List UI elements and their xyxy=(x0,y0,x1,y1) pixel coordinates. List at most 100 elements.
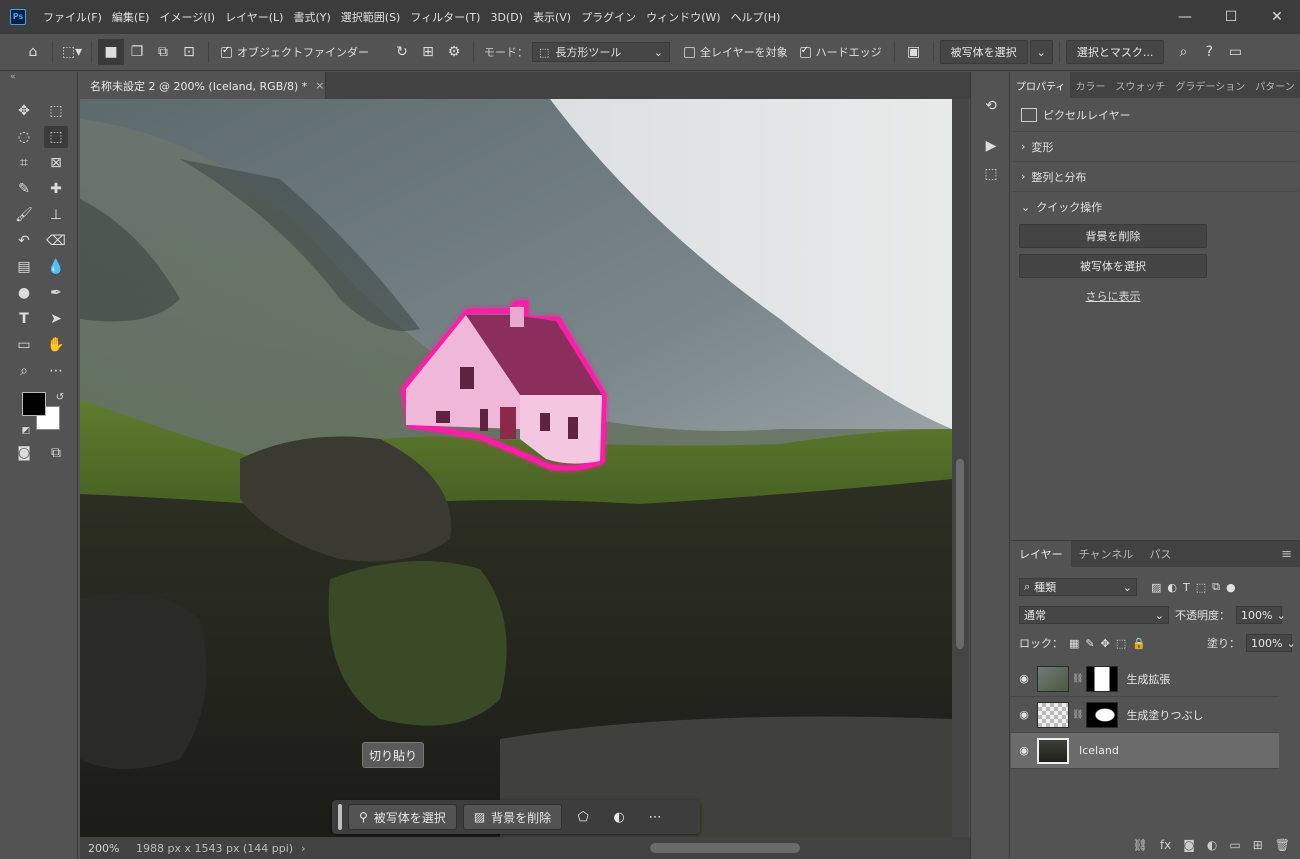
tab-color[interactable]: カラー xyxy=(1070,72,1110,98)
hard-edge-checkbox[interactable] xyxy=(799,45,811,58)
more-tools-icon[interactable]: ⋯ xyxy=(44,360,68,382)
menu-3d[interactable]: 3D(D) xyxy=(485,11,528,24)
tab-gradients[interactable]: グラデーション xyxy=(1170,72,1250,98)
tab-properties[interactable]: プロパティ xyxy=(1011,72,1071,98)
subtract-selection-icon[interactable]: ⧉ xyxy=(150,39,176,65)
eyedropper-tool-icon[interactable]: ✎ xyxy=(12,178,36,200)
eraser-tool-icon[interactable]: ⌫ xyxy=(44,230,68,252)
foreground-color-swatch[interactable] xyxy=(22,392,46,416)
minimize-icon[interactable]: — xyxy=(1162,0,1208,34)
move-tool-icon[interactable]: ✥ xyxy=(12,100,36,122)
chevron-right-icon[interactable]: › xyxy=(301,842,305,855)
menu-layer[interactable]: レイヤー(L) xyxy=(220,9,288,25)
lock-artboard-icon[interactable]: ⬚ xyxy=(1116,637,1126,650)
select-subject-button[interactable]: 被写体を選択 xyxy=(939,40,1028,64)
canvas[interactable] xyxy=(80,99,952,837)
more-options-icon[interactable]: ⋯ xyxy=(640,804,670,830)
eye-icon[interactable]: ◉ xyxy=(1011,708,1037,721)
panel-menu-icon[interactable]: ≡ xyxy=(1281,547,1292,562)
collapse-arrows-icon[interactable]: « xyxy=(10,72,16,82)
swap-colors-icon[interactable]: ↺ xyxy=(48,386,72,408)
new-adjustment-icon[interactable]: ◐ xyxy=(1207,838,1217,852)
tab-layers[interactable]: レイヤー xyxy=(1011,541,1071,567)
filter-type-icon[interactable]: T xyxy=(1183,581,1190,594)
canvas-horizontal-scrollbar[interactable] xyxy=(380,843,1020,853)
lock-position-icon[interactable]: ✥ xyxy=(1101,637,1110,650)
object-finder-toggle[interactable]: オブジェクトファインダー xyxy=(221,44,369,60)
filter-adjustment-icon[interactable]: ◐ xyxy=(1167,581,1177,594)
intersect-selection-icon[interactable]: ⊡ xyxy=(176,39,202,65)
menu-image[interactable]: イメージ(I) xyxy=(154,9,220,25)
menu-edit[interactable]: 編集(E) xyxy=(107,9,155,25)
scrollbar-thumb[interactable] xyxy=(650,843,800,853)
menu-plugins[interactable]: プラグイン xyxy=(576,9,641,25)
help-icon[interactable]: ? xyxy=(1196,39,1222,65)
gradient-tool-icon[interactable]: ▤ xyxy=(12,256,36,278)
tab-paths[interactable]: パス xyxy=(1141,541,1179,567)
eye-icon[interactable]: ◉ xyxy=(1011,744,1037,757)
show-more-link[interactable]: さらに表示 xyxy=(1019,288,1207,304)
clone-stamp-icon[interactable]: ⊥ xyxy=(44,204,68,226)
lasso-tool-icon[interactable]: ◌ xyxy=(12,126,36,148)
tab-swatches[interactable]: スウォッチ xyxy=(1110,72,1170,98)
scrollbar-thumb[interactable] xyxy=(956,459,964,649)
comment-icon[interactable]: ▣ xyxy=(901,39,927,65)
blend-mode-select[interactable]: 通常 ⌄ xyxy=(1019,606,1169,624)
tab-channels[interactable]: チャンネル xyxy=(1071,541,1142,567)
opacity-input[interactable]: 100% ⌄ xyxy=(1236,606,1286,624)
canvas-vertical-scrollbar[interactable] xyxy=(952,99,969,837)
layer-filter-select[interactable]: ⌕ 種類 ⌄ xyxy=(1019,578,1137,596)
document-tab[interactable]: 名称未設定 2 @ 200% (Iceland, RGB/8) * × xyxy=(80,72,326,99)
select-subject-dropdown[interactable]: ⌄ xyxy=(1029,40,1053,64)
dodge-tool-icon[interactable]: ● xyxy=(12,282,36,304)
layer-row[interactable]: ◉ ⛓ 生成拡張 xyxy=(1011,661,1279,697)
path-selection-icon[interactable]: ➤ xyxy=(44,308,68,330)
hard-edge-toggle[interactable]: ハードエッジ xyxy=(799,44,882,60)
filter-toggle-icon[interactable]: ● xyxy=(1226,581,1236,594)
type-tool-icon[interactable]: T xyxy=(12,308,36,330)
history-icon[interactable]: ⟲ xyxy=(979,94,1003,118)
object-selection-tool-icon[interactable]: ⬚ xyxy=(44,126,68,148)
workspace-icon[interactable]: ▭ xyxy=(1222,39,1248,65)
mask-thumbnail[interactable] xyxy=(1086,701,1119,728)
frame-tool-icon[interactable]: ⊠ xyxy=(44,152,68,174)
show-objects-icon[interactable]: ⊞ xyxy=(415,39,441,65)
home-icon[interactable]: ⌂ xyxy=(20,39,46,65)
link-layers-icon[interactable]: ⛓ xyxy=(1133,838,1148,852)
zoom-level[interactable]: 200% xyxy=(80,842,136,855)
filter-smart-object-icon[interactable]: ⧉ xyxy=(1212,580,1220,594)
pen-tool-icon[interactable]: ✒ xyxy=(44,282,68,304)
glyph-icon[interactable]: ⬚ xyxy=(979,162,1003,186)
filter-pixel-icon[interactable]: ▨ xyxy=(1151,581,1161,594)
select-subject-panel-button[interactable]: 被写体を選択 xyxy=(1019,254,1207,278)
menu-select[interactable]: 選択範囲(S) xyxy=(336,9,406,25)
hand-tool-icon[interactable]: ✋ xyxy=(44,334,68,356)
zoom-tool-icon[interactable]: ⌕ xyxy=(12,360,36,382)
link-icon[interactable]: ⛓ xyxy=(1072,674,1083,684)
trash-icon[interactable]: 🗑 xyxy=(1275,838,1290,852)
lock-pixels-icon[interactable]: ✎ xyxy=(1085,637,1094,650)
menu-type[interactable]: 書式(Y) xyxy=(288,9,335,25)
new-group-icon[interactable]: ▭ xyxy=(1229,838,1240,852)
default-colors-icon[interactable]: ◩ xyxy=(14,420,38,442)
mode-select[interactable]: ⬚ 長方形ツール ⌄ xyxy=(532,42,670,62)
section-quick-actions[interactable]: ⌄ クイック操作 xyxy=(1011,192,1300,222)
all-layers-checkbox[interactable] xyxy=(684,46,695,58)
close-tab-icon[interactable]: × xyxy=(315,79,324,92)
healing-brush-icon[interactable]: ✚ xyxy=(44,178,68,200)
menu-file[interactable]: ファイル(F) xyxy=(38,9,107,25)
close-icon[interactable]: ✕ xyxy=(1254,0,1300,34)
filter-shape-icon[interactable]: ⬚ xyxy=(1196,581,1206,594)
history-brush-icon[interactable]: ↶ xyxy=(12,230,36,252)
new-selection-icon[interactable]: ■ xyxy=(98,39,124,65)
brush-tool-icon[interactable]: 🖌 xyxy=(12,204,36,226)
remove-background-button[interactable]: 背景を削除 xyxy=(1019,224,1207,248)
transform-icon[interactable]: ⬠ xyxy=(568,804,598,830)
new-layer-icon[interactable]: ⊞ xyxy=(1253,838,1263,852)
menu-view[interactable]: 表示(V) xyxy=(528,9,576,25)
link-icon[interactable]: ⛓ xyxy=(1072,710,1083,720)
tool-preset-icon[interactable]: ⬚▾ xyxy=(59,39,85,65)
maximize-icon[interactable]: ☐ xyxy=(1208,0,1254,34)
screen-mode-icon[interactable]: ⧉ xyxy=(44,442,68,464)
menu-help[interactable]: ヘルプ(H) xyxy=(726,9,786,25)
